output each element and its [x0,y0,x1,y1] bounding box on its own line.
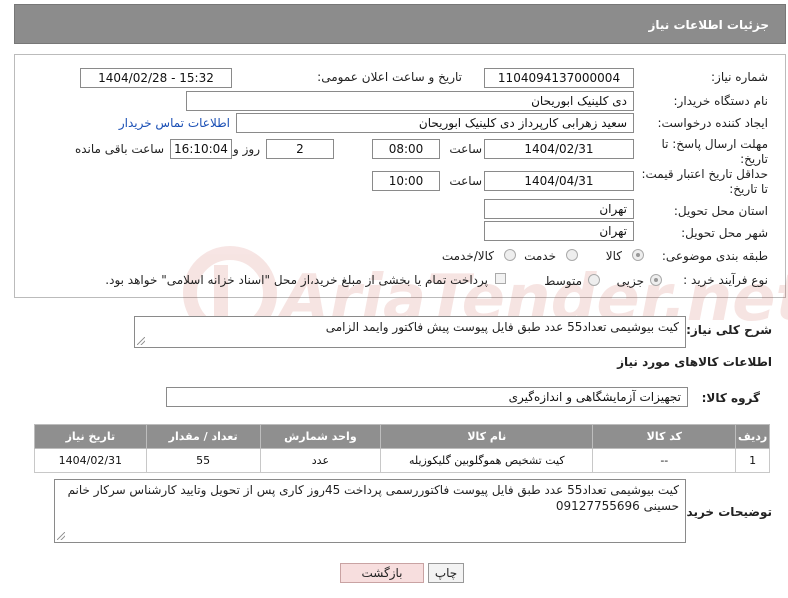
goods-group-field: تجهیزات آزمایشگاهی و اندازه‌گیری [166,387,688,407]
process-radio-minor[interactable] [650,274,662,286]
category-option-service: خدمت [524,249,556,263]
category-label: طبقه بندی موضوعی: [661,249,768,263]
announce-label: تاریخ و ساعت اعلان عمومی: [317,70,462,84]
process-radio-medium[interactable] [588,274,600,286]
category-radio-both[interactable] [504,249,516,261]
back-button[interactable]: بازگشت [340,563,424,583]
resize-grip-icon[interactable] [137,337,145,345]
buyer-notes-textarea[interactable]: کیت بیوشیمی تعداد55 عدد طبق فایل پیوست ف… [54,479,686,543]
category-radio-service[interactable] [566,249,578,261]
buyer-org-label: نام دستگاه خریدار: [673,94,769,108]
process-label: نوع فرآیند خرید : [683,273,768,287]
deadline-time-field: 08:00 [372,139,440,159]
col-qty: تعداد / مقدار [145,424,261,449]
goods-table: ردیف کد کالا نام کالا واحد شمارش تعداد /… [34,424,770,473]
col-row: ردیف [735,424,770,449]
deadline-label-2: تاریخ: [740,152,768,166]
table-row[interactable]: 1 -- کیت تشخیص هموگلوبین گلیکوزیله عدد 5… [34,448,770,473]
table-header-row: ردیف کد کالا نام کالا واحد شمارش تعداد /… [34,424,770,449]
category-radio-goods[interactable] [632,249,644,261]
col-code: کد کالا [592,424,737,449]
treasury-checkbox[interactable] [495,273,506,284]
cell-unit: عدد [259,448,382,473]
price-valid-date-field: 1404/04/31 [484,171,634,191]
announce-field: 1404/02/28 - 15:32 [80,68,232,88]
city-field: تهران [484,221,634,241]
deadline-label: مهلت ارسال پاسخ: تا [661,137,768,151]
col-date: تاریخ نیاز [34,424,147,449]
price-valid-time-label: ساعت [449,174,482,188]
price-valid-label: حداقل تاریخ اعتبار قیمت: [641,167,768,181]
remaining-time-field: 16:10:04 [170,139,232,159]
city-label: شهر محل تحویل: [681,226,768,240]
remaining-label: ساعت باقی مانده [74,142,164,156]
print-button[interactable]: چاپ [428,563,464,583]
category-option-both: کالا/خدمت [441,249,494,263]
goods-section-title: اطلاعات کالاهای مورد نیاز [617,355,772,369]
need-number-field: 1104094137000004 [484,68,634,88]
summary-text: کیت بیوشیمی تعداد55 عدد طبق فایل پیوست پ… [325,320,679,334]
col-name: نام کالا [380,424,594,449]
summary-textarea[interactable]: کیت بیوشیمی تعداد55 عدد طبق فایل پیوست پ… [134,316,686,348]
need-number-label: شماره نیاز: [711,70,768,84]
price-valid-label-2: تا تاریخ: [729,182,768,196]
province-label: استان محل تحویل: [673,204,768,218]
payment-note: پرداخت تمام یا بخشی از مبلغ خرید،از محل … [105,273,488,287]
deadline-time-label: ساعت [449,142,482,156]
contact-info-link[interactable]: اطلاعات تماس خریدار [119,116,230,131]
days-field: 2 [266,139,334,159]
category-option-goods: کالا [605,249,622,263]
col-unit: واحد شمارش [259,424,382,449]
price-valid-time-field: 10:00 [372,171,440,191]
cell-date: 1404/02/31 [34,448,147,473]
cell-qty: 55 [145,448,261,473]
summary-label: شرح کلی نیاز: [686,323,772,337]
cell-code: -- [592,448,737,473]
deadline-date-field: 1404/02/31 [484,139,634,159]
province-field: تهران [484,199,634,219]
resize-grip-icon[interactable] [57,532,65,540]
creator-field: سعید زهرابی کارپرداز دی کلینیک ابوریحان [236,113,634,133]
days-label: روز و [233,142,260,156]
page-title: جزئیات اطلاعات نیاز [14,4,786,44]
process-option-minor: جزیی [616,274,644,288]
cell-row: 1 [735,448,770,473]
process-option-medium: متوسط [544,274,582,288]
cell-name: کیت تشخیص هموگلوبین گلیکوزیله [380,448,594,473]
creator-label: ایجاد کننده درخواست: [657,116,768,130]
buyer-notes-text: کیت بیوشیمی تعداد55 عدد طبق فایل پیوست ف… [67,483,679,513]
buyer-org-field: دی کلینیک ابوریحان [186,91,634,111]
goods-group-label: گروه کالا: [701,391,760,405]
